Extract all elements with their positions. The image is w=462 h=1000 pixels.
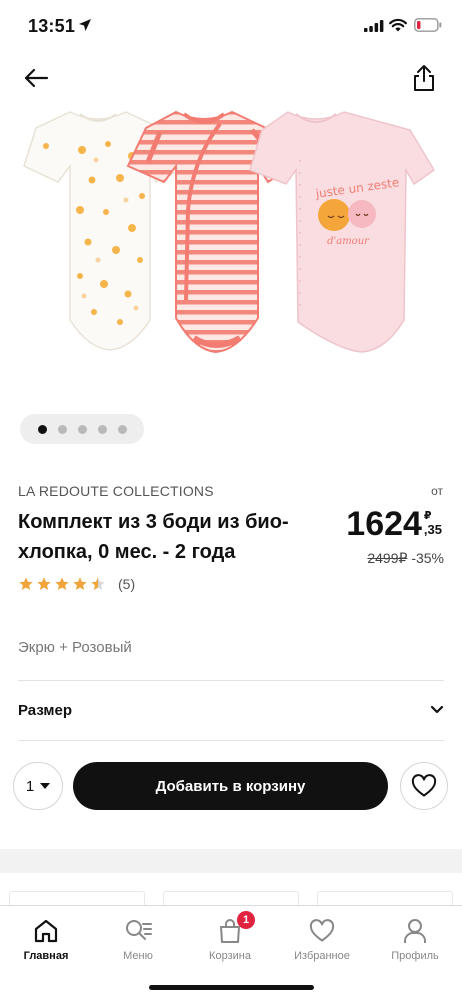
tab-menu[interactable]: Меню [92,916,184,962]
star-half-icon [91,577,105,590]
status-time: 13:51 [28,16,76,36]
divider [18,740,444,741]
add-to-cart-button[interactable]: Добавить в корзину [73,762,388,810]
heart-icon [309,919,335,942]
tab-cart[interactable]: 1 Корзина [184,911,276,962]
chevron-down-icon [430,705,444,714]
star-full-icon [19,577,33,590]
pagination-dot[interactable] [57,424,67,434]
product-image-gallery[interactable]: juste un zeste d'amour [0,100,462,365]
pagination-dot[interactable] [97,424,107,434]
tab-label: Меню [123,950,153,962]
pagination-dot[interactable] [77,424,87,434]
cellular-signal-icon [364,20,384,32]
gallery-pagination[interactable] [20,414,144,444]
star-full-icon [37,577,51,590]
share-icon [414,65,434,91]
status-bar: 13:51 [0,0,462,54]
rating[interactable]: (5) [18,576,135,592]
tab-label: Главная [23,950,69,962]
product-image: juste un zeste d'amour [23,110,436,354]
cart-badge: 1 [237,911,255,929]
star-rating [18,576,106,592]
add-to-favorites-button[interactable] [400,762,448,810]
location-arrow-icon [79,19,91,31]
price-currency: ₽ [423,510,432,522]
reviews-count[interactable]: (5) [118,576,135,592]
tab-label: Корзина [209,950,251,962]
price-from-label: от [431,484,443,498]
tab-profile[interactable]: Профиль [369,916,461,962]
battery-low-icon [414,18,442,32]
price-decimals: ,35 [423,522,442,537]
tab-label: Избранное [294,950,350,962]
tab-home[interactable]: Главная [0,916,92,962]
quantity-value: 1 [25,777,35,795]
back-button[interactable] [20,62,52,94]
arrow-left-icon [24,68,49,88]
wifi-icon [389,18,407,32]
pagination-dot-active[interactable] [37,424,47,434]
menu-search-icon [126,920,152,940]
size-selector[interactable]: Размер [18,681,444,739]
pagination-dot[interactable] [117,424,127,434]
caret-down-icon [40,783,51,789]
share-button[interactable] [408,62,440,94]
heart-icon [411,774,437,797]
old-price-row: 2499₽ -35% [367,550,444,567]
tab-label: Профиль [391,950,439,962]
profile-icon [404,919,426,943]
section-separator [0,849,462,873]
home-indicator [149,985,314,990]
price-integer: 1624 [346,505,422,543]
discount-percent: -35% [411,550,444,566]
print-text-bottom: d'amour [327,236,370,247]
color-name: Экрю + Розовый [18,639,132,656]
size-label: Размер [18,701,73,719]
quantity-select[interactable]: 1 [13,762,63,810]
product-title: Комплект из 3 боди из био-хлопка, 0 мес.… [18,511,289,563]
brand-name[interactable]: LA REDOUTE COLLECTIONS [18,483,214,499]
tab-favorites[interactable]: Избранное [276,916,368,962]
old-price: 2499₽ [367,550,408,566]
star-full-icon [55,577,69,590]
bodysuit-pink-print: juste un zeste d'amour [249,111,436,353]
home-icon [34,919,58,943]
current-price: 1624 ₽ ,35 [346,502,442,546]
star-full-icon [73,577,87,590]
